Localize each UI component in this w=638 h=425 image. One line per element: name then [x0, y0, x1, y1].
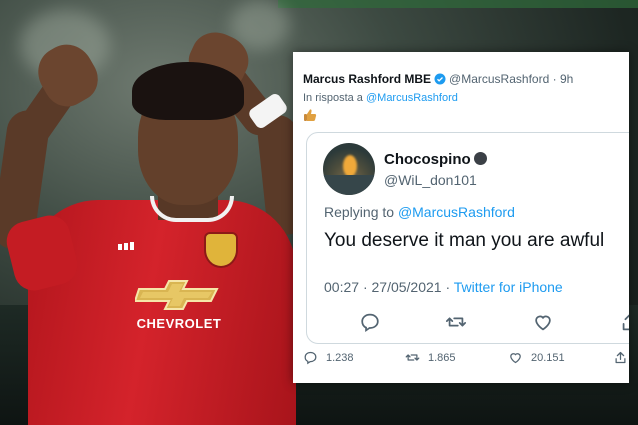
reply-to-link[interactable]: @MarcusRashford	[366, 92, 458, 104]
like-count: 20.151	[531, 351, 565, 364]
author-name[interactable]: Marcus Rashford MBE	[303, 72, 431, 86]
meta-separator: ·	[552, 72, 557, 86]
reply-context: In risposta a @MarcusRashford	[303, 92, 458, 104]
quoted-reply-button[interactable]	[359, 311, 381, 333]
thumbs-up-emoji-icon	[304, 109, 317, 121]
share-button[interactable]	[613, 350, 628, 365]
retweet-button[interactable]: 1.865	[405, 350, 456, 365]
quoted-date: 27/05/2021	[371, 279, 442, 295]
quoted-avatar[interactable]	[323, 143, 375, 195]
avatar-horizon	[323, 175, 375, 195]
heart-icon	[510, 353, 521, 364]
like-button[interactable]: 20.151	[508, 350, 565, 365]
quoted-tweet-text: You deserve it man you are awful	[324, 230, 605, 251]
sponsor-wordmark: CHEVROLET	[136, 316, 222, 331]
retweet-icon	[445, 317, 467, 327]
player-figure: CHEVROLET	[0, 0, 309, 425]
quoted-source[interactable]: Twitter for iPhone	[454, 279, 563, 295]
share-icon	[615, 351, 626, 364]
reply-button[interactable]: 1.238	[303, 350, 354, 365]
tweet-timestamp[interactable]: 9h	[560, 72, 573, 86]
stadium-stripe	[278, 0, 638, 8]
tweet-header: Marcus Rashford MBE @MarcusRashford · 9h	[303, 72, 573, 86]
reply-icon	[304, 351, 317, 365]
quoted-like-button[interactable]	[532, 311, 554, 333]
quoted-time: 00:27	[324, 279, 360, 295]
quoted-meta: 00:27 · 27/05/2021 · Twitter for iPhone	[324, 279, 563, 295]
quoted-handle[interactable]: @WiL_don101	[384, 172, 477, 188]
tweet-action-bar: 1.238 1.865 20.151	[303, 350, 629, 370]
reply-prefix: In risposta a	[303, 92, 363, 104]
club-crest-icon	[204, 232, 238, 268]
share-icon	[622, 314, 629, 331]
retweet-icon	[405, 354, 420, 361]
quoted-share-button[interactable]	[619, 311, 629, 333]
chevrolet-bowtie-logo	[135, 280, 219, 310]
quoted-reply-prefix: Replying to	[324, 204, 395, 220]
quoted-separator-1: ·	[362, 279, 368, 295]
retweet-count: 1.865	[428, 351, 456, 364]
sunset-image	[343, 155, 357, 177]
quoted-author-name: Chocospino	[384, 151, 471, 168]
hair	[132, 62, 244, 120]
reply-icon	[361, 313, 379, 332]
kit-maker-logo-icon	[118, 242, 134, 250]
quoted-reply-context: Replying to @MarcusRashford	[324, 204, 515, 220]
heart-icon	[535, 315, 551, 331]
dark-circle-emoji-icon	[473, 152, 487, 165]
quoted-reply-link[interactable]: @MarcusRashford	[398, 204, 515, 220]
quoted-separator-2: ·	[445, 279, 451, 295]
verified-badge-icon	[434, 73, 446, 85]
author-handle[interactable]: @MarcusRashford	[449, 72, 549, 86]
tweet-card: Marcus Rashford MBE @MarcusRashford · 9h …	[293, 52, 629, 383]
quoted-retweet-button[interactable]	[445, 311, 467, 333]
reply-count: 1.238	[326, 351, 354, 364]
jersey-collar	[150, 196, 234, 222]
quoted-tweet[interactable]: Chocospino @WiL_don101 Replying to @Marc…	[306, 132, 629, 344]
quoted-author[interactable]: Chocospino	[384, 151, 487, 168]
